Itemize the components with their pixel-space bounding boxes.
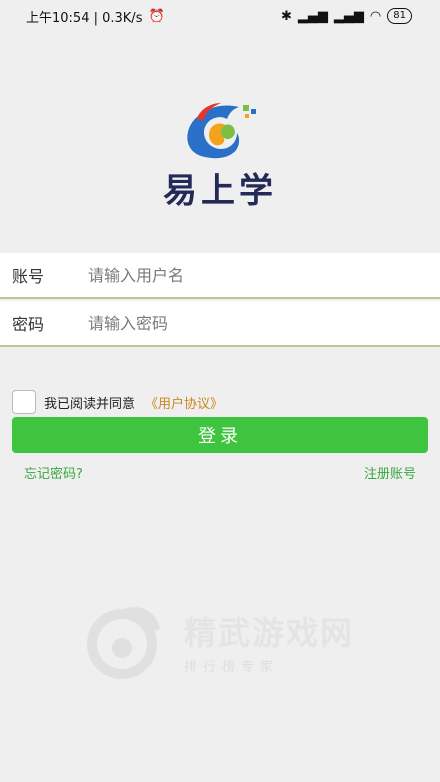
watermark: 精武游戏网 排行榜专家 (70, 596, 410, 686)
signal-hd-icon: ▂▄▆ (297, 8, 328, 24)
status-time: 上午10:54 | 0.3K/s (26, 10, 143, 26)
watermark-subtitle: 排行榜专家 (184, 659, 280, 675)
agreement-text: 我已阅读并同意 (44, 396, 136, 412)
watermark-texts: 精武游戏网 排行榜专家 (184, 608, 354, 675)
watermark-title: 精武游戏网 (184, 613, 355, 652)
password-input[interactable] (76, 312, 440, 334)
logo-area: 易上学 (0, 95, 440, 212)
status-right: ✱ ▂▄▆ ▂▄▆ ◠ 81 (281, 8, 412, 24)
bluetooth-icon: ✱ (281, 8, 292, 24)
user-agreement-link[interactable]: 《用户协议》 (145, 393, 223, 412)
wifi-icon: ◠ (369, 8, 382, 24)
status-bar: 上午10:54 | 0.3K/s ⏰ ✱ ▂▄▆ ▂▄▆ ◠ 81 (0, 0, 440, 32)
login-button[interactable]: 登录 (12, 417, 428, 453)
alarm-icon: ⏰ (148, 8, 165, 24)
password-row: 密码 (0, 301, 440, 347)
password-label: 密码 (12, 315, 45, 334)
agreement-row: 我已阅读并同意 《用户协议》 (12, 390, 223, 414)
account-row: 账号 (0, 253, 440, 299)
app-logo-icon (187, 103, 256, 159)
battery-indicator: 81 (387, 8, 412, 24)
account-label: 账号 (12, 267, 45, 286)
register-link[interactable]: 注册账号 (364, 463, 416, 482)
watermark-logo-icon (87, 607, 160, 679)
app-title: 易上学 (163, 171, 277, 211)
signal-icon: ▂▄▆ (333, 8, 364, 24)
status-left: 上午10:54 | 0.3K/s ⏰ (26, 7, 165, 26)
account-input[interactable] (76, 264, 440, 286)
forgot-password-link[interactable]: 忘记密码? (24, 463, 83, 482)
agreement-checkbox[interactable] (12, 390, 36, 414)
